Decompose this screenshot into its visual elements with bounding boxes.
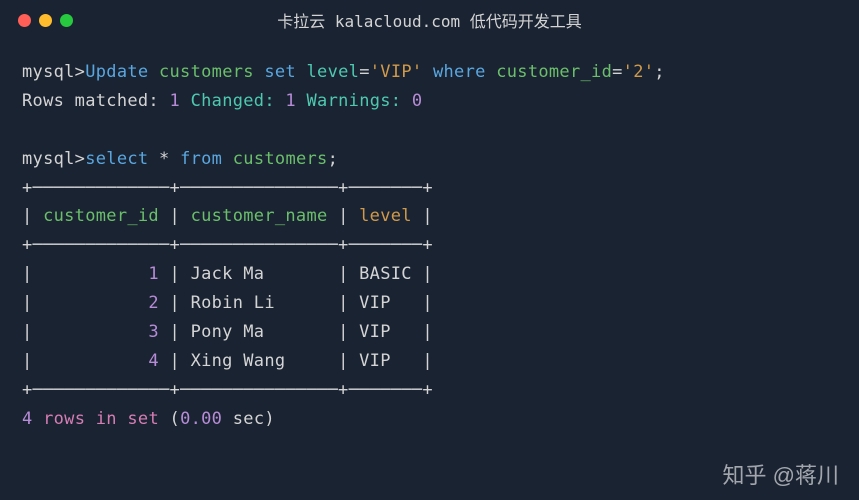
keyword-set: set: [264, 62, 296, 82]
row-count: 4: [22, 409, 33, 429]
changed-value: 1: [285, 91, 296, 111]
star: *: [159, 149, 170, 169]
warnings-label: Warnings:: [307, 91, 402, 111]
string-vip: 'VIP': [370, 62, 423, 82]
cell-level: VIP: [359, 293, 412, 313]
table-row: | 2 | Robin Li | VIP |: [22, 289, 837, 318]
rows-matched-label: Rows matched:: [22, 91, 159, 111]
cell-id: 3: [148, 322, 159, 342]
table-border-mid: +─────────────+───────────────+───────+: [22, 231, 837, 260]
column-level: level: [307, 62, 360, 82]
header-customer-id: customer_id: [43, 206, 159, 226]
table-name: customers: [159, 62, 254, 82]
keyword-select: select: [85, 149, 148, 169]
query-time: 0.00: [180, 409, 222, 429]
string-2: '2': [623, 62, 655, 82]
cell-id: 2: [148, 293, 159, 313]
cell-id: 4: [148, 351, 159, 371]
minimize-icon[interactable]: [39, 14, 52, 27]
table-border-top: +─────────────+───────────────+───────+: [22, 174, 837, 203]
keyword-from: from: [180, 149, 222, 169]
cell-name: Jack Ma: [191, 264, 328, 284]
sql-update-line: mysql>Update customers set level='VIP' w…: [22, 58, 837, 87]
window-controls: [18, 14, 73, 27]
column-customer-id: customer_id: [496, 62, 612, 82]
cell-id: 1: [148, 264, 159, 284]
keyword-update: Update: [85, 62, 148, 82]
result-summary-line: Rows matched: 1 Changed: 1 Warnings: 0: [22, 87, 837, 116]
cell-name: Robin Li: [191, 293, 328, 313]
mysql-prompt: mysql>: [22, 62, 85, 82]
cell-level: VIP: [359, 351, 412, 371]
cell-name: Xing Wang: [191, 351, 328, 371]
table-row: | 4 | Xing Wang | VIP |: [22, 347, 837, 376]
cell-level: VIP: [359, 322, 412, 342]
table-header-row: | customer_id | customer_name | level |: [22, 202, 837, 231]
table-row: | 3 | Pony Ma | VIP |: [22, 318, 837, 347]
header-customer-name: customer_name: [191, 206, 328, 226]
table-name: customers: [233, 149, 328, 169]
window-title: 卡拉云 kalacloud.com 低代码开发工具: [277, 8, 582, 32]
header-level: level: [359, 206, 412, 226]
rows-in-set-label: rows in set: [43, 409, 159, 429]
watermark: 知乎 @蒋川: [723, 458, 839, 490]
sql-select-line: mysql>select * from customers;: [22, 145, 837, 174]
terminal-output: mysql>Update customers set level='VIP' w…: [0, 40, 859, 452]
close-icon[interactable]: [18, 14, 31, 27]
cell-level: BASIC: [359, 264, 412, 284]
rows-matched-value: 1: [170, 91, 181, 111]
table-body: | 1 | Jack Ma | BASIC || 2 | Robin Li | …: [22, 260, 837, 376]
maximize-icon[interactable]: [60, 14, 73, 27]
warnings-value: 0: [412, 91, 423, 111]
keyword-where: where: [433, 62, 486, 82]
window-titlebar: 卡拉云 kalacloud.com 低代码开发工具: [0, 0, 859, 40]
table-border-bottom: +─────────────+───────────────+───────+: [22, 376, 837, 405]
table-row: | 1 | Jack Ma | BASIC |: [22, 260, 837, 289]
cell-name: Pony Ma: [191, 322, 328, 342]
changed-label: Changed:: [191, 91, 275, 111]
mysql-prompt: mysql>: [22, 149, 85, 169]
result-footer-line: 4 rows in set (0.00 sec): [22, 405, 837, 434]
